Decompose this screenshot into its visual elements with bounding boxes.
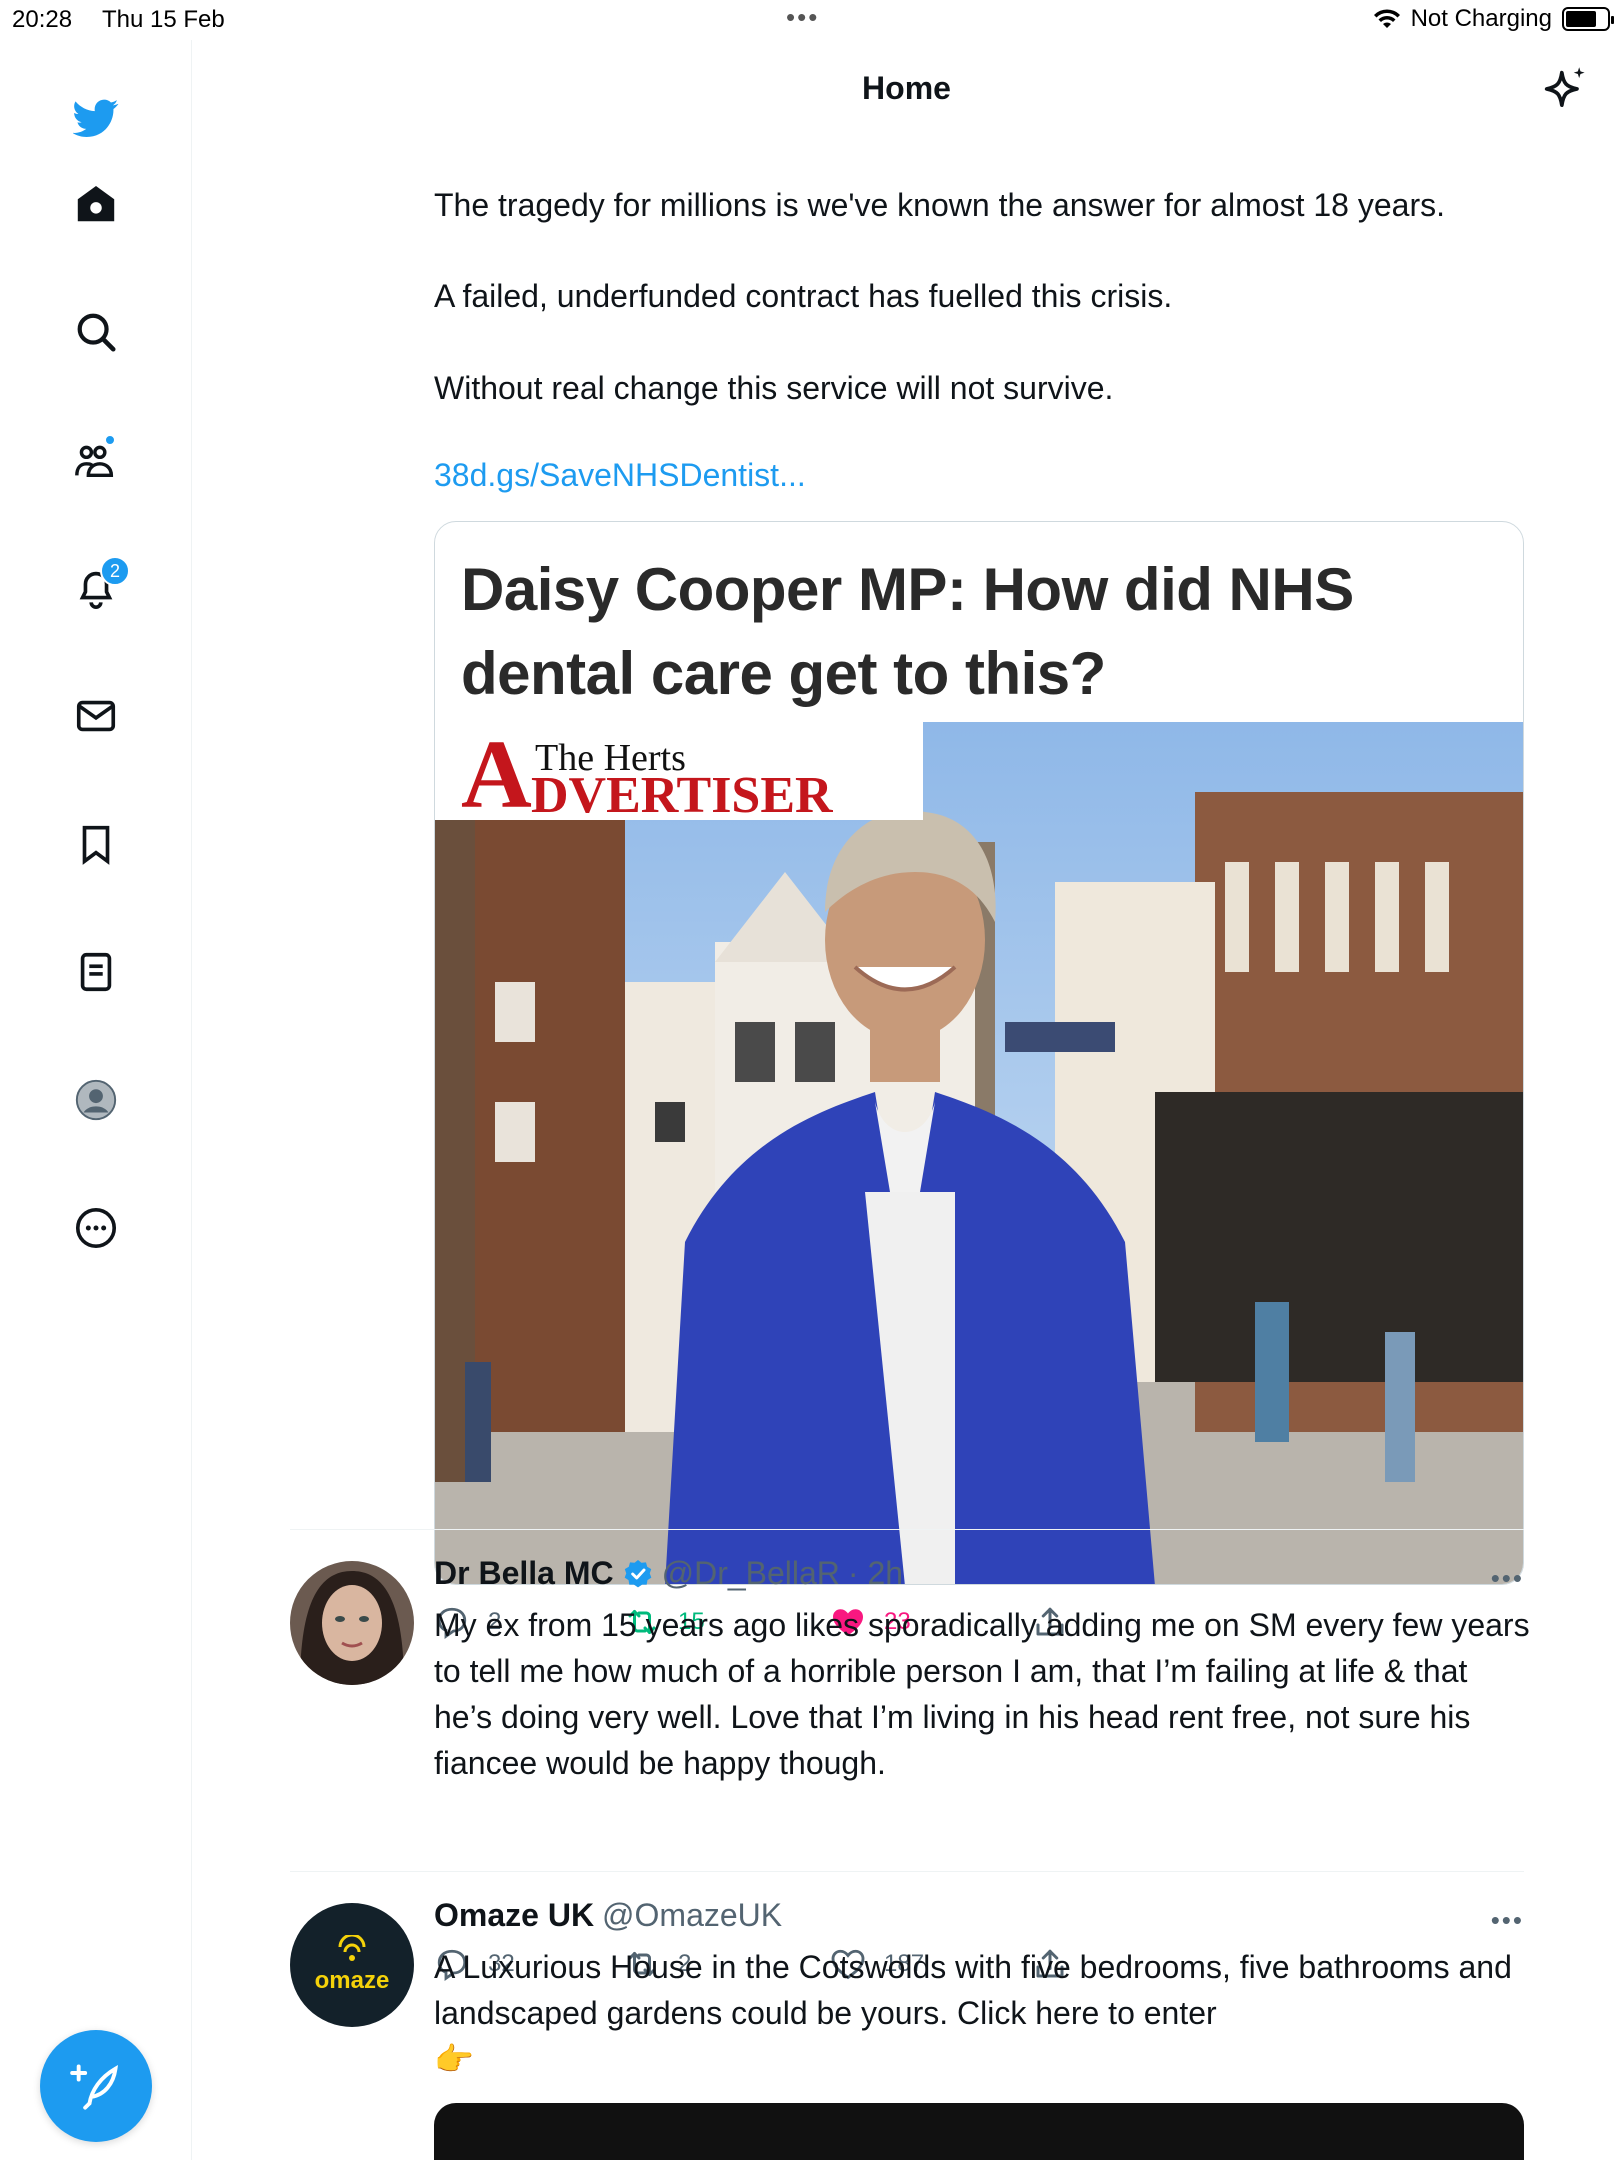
multitasking-dots[interactable]: ••• (786, 2, 819, 33)
omaze-logo-icon (338, 1935, 366, 1961)
status-bar: 20:28 Thu 15 Feb ••• Not Charging (0, 0, 1620, 40)
profile-icon[interactable] (66, 1070, 126, 1130)
twitter-logo-icon[interactable] (66, 88, 126, 148)
status-date: Thu 15 Feb (102, 6, 225, 33)
tweet-text-paragraph: A failed, underfunded contract has fuell… (434, 278, 1173, 314)
bookmarks-icon[interactable] (66, 814, 126, 874)
tweet-divider (290, 1529, 1524, 1530)
status-time: 20:28 (12, 6, 73, 33)
newspaper-masthead: A The Herts DVERTISER (435, 722, 923, 824)
tweet-text: A Luxurious House in the Cotswolds with … (434, 1944, 1534, 2082)
tweet-text-paragraph: Without real change this service will no… (434, 370, 1114, 406)
tweet-timestamp[interactable]: · 2h (848, 1555, 903, 1592)
wifi-icon (1373, 9, 1400, 28)
omaze-logo-text: omaze (314, 1967, 390, 1994)
sidebar: 2 (0, 40, 192, 2160)
author-handle[interactable]: @Dr_BellaR (662, 1555, 840, 1592)
verified-badge-icon (624, 1559, 651, 1587)
article-photo (435, 722, 1523, 1584)
card-headline: Daisy Cooper MP: How did NHS dental care… (461, 556, 1354, 707)
tweet-link[interactable]: 38d.gs/SaveNHSDentist... (434, 457, 806, 494)
author-name[interactable]: Omaze UK (434, 1897, 594, 1934)
avatar[interactable] (290, 1561, 414, 1685)
more-icon[interactable] (66, 1198, 126, 1258)
notifications-icon[interactable]: 2 (66, 556, 130, 618)
messages-icon[interactable] (66, 686, 126, 746)
link-preview-card[interactable]: Daisy Cooper MP: How did NHS dental care… (434, 521, 1524, 1585)
avatar[interactable]: omaze (290, 1903, 414, 2027)
top-tweets-sparkle-icon[interactable] (1538, 64, 1590, 116)
compose-feather-icon (70, 2064, 118, 2110)
timeline-header: Home (193, 40, 1620, 140)
communities-icon[interactable] (66, 430, 126, 490)
masthead-advertiser: DVERTISER (531, 767, 833, 824)
battery-icon (1562, 7, 1614, 31)
home-icon[interactable] (66, 174, 126, 234)
compose-tweet-button[interactable] (40, 2030, 152, 2142)
author-handle[interactable]: @OmazeUK (602, 1897, 782, 1934)
tweet-text-content: A Luxurious House in the Cotswolds with … (434, 1949, 1512, 2031)
tweet-header: Omaze UK @OmazeUK (434, 1897, 782, 1934)
tweet-text: My ex from 15 years ago likes sporadical… (434, 1607, 1530, 1781)
status-right: Not Charging (1373, 5, 1614, 33)
notifications-badge: 2 (100, 556, 130, 586)
masthead-initial: A (461, 721, 532, 829)
tweet-header: Dr Bella MC @Dr_BellaR · 2h (434, 1555, 903, 1592)
tweet-more-button[interactable]: ••• (1491, 1563, 1524, 1594)
search-icon[interactable] (66, 302, 126, 362)
tweet-divider (290, 1871, 1524, 1872)
charging-status: Not Charging (1410, 5, 1552, 32)
communities-badge-dot (104, 434, 116, 446)
page-title: Home (862, 70, 951, 106)
lists-icon[interactable] (66, 942, 126, 1002)
tweet-more-button[interactable]: ••• (1491, 1905, 1524, 1936)
tweet-text-paragraph: The tragedy for millions is we've known … (434, 187, 1445, 223)
tweet-media[interactable] (434, 2103, 1524, 2160)
author-name[interactable]: Dr Bella MC (434, 1555, 614, 1592)
pointing-emoji: 👉 (434, 2041, 474, 2077)
